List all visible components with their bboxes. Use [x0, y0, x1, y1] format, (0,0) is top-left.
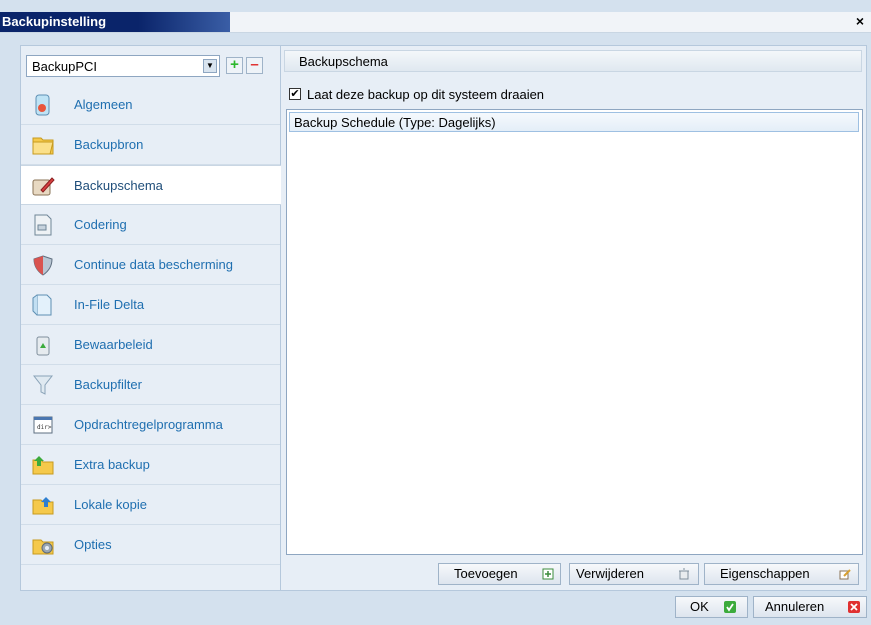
dialog-button-bar: OK Annuleren	[0, 596, 871, 622]
command-line-icon: dir>	[33, 416, 53, 434]
run-on-this-system-label: Laat deze backup op dit systeem draaien	[307, 87, 545, 102]
schedule-button-bar: Toevoegen Verwijderen Eigenschappen	[281, 563, 867, 587]
nav-label: Backupbron	[74, 137, 144, 152]
add-backup-set-button[interactable]: +	[226, 57, 243, 74]
nav-label: In-File Delta	[74, 297, 145, 312]
delta-icon	[32, 294, 52, 316]
list-item[interactable]: Backup Schedule (Type: Dagelijks)	[289, 112, 859, 132]
general-icon	[35, 94, 50, 116]
backup-set-dropdown[interactable]: BackupPCI ▼	[26, 55, 220, 77]
backup-settings-dialog: Backupinstelling × BackupPCI ▼ + – Algem…	[0, 0, 871, 625]
nav-label: Backupfilter	[74, 377, 142, 392]
nav-item-opties[interactable]: Opties	[21, 525, 280, 565]
nav-item-lokale-kopie[interactable]: Lokale kopie	[21, 485, 280, 525]
remove-schedule-button[interactable]: Verwijderen	[569, 563, 699, 585]
backup-set-selected-value: BackupPCI	[32, 59, 98, 74]
schedule-settings-panel: Backupschema ✔ Laat deze backup op dit s…	[281, 45, 867, 591]
close-icon[interactable]: ×	[853, 14, 867, 28]
schedule-properties-button[interactable]: Eigenschappen	[704, 563, 859, 585]
filter-icon	[32, 375, 54, 395]
section-title: Backupschema	[299, 54, 388, 69]
nav-label: Bewaarbeleid	[74, 337, 153, 352]
nav-item-extra-backup[interactable]: Extra backup	[21, 445, 280, 485]
nav-label: Opties	[74, 537, 112, 552]
nav-item-codering[interactable]: Codering	[21, 205, 280, 245]
nav-label: Backupschema	[74, 178, 163, 193]
backup-set-selector-row: BackupPCI ▼ + –	[26, 55, 276, 77]
cancel-icon	[848, 601, 860, 613]
add-icon	[542, 568, 554, 580]
schedule-properties-label: Eigenschappen	[720, 566, 810, 581]
nav-label: Continue data bescherming	[74, 257, 233, 272]
schedule-icon	[32, 177, 55, 196]
run-on-this-system-checkbox[interactable]: ✔	[289, 88, 301, 100]
schedule-list[interactable]: Backup Schedule (Type: Dagelijks)	[286, 109, 863, 555]
cancel-label: Annuleren	[765, 599, 825, 614]
settings-navigation-panel: BackupPCI ▼ + – Algemeen Backupbron Back…	[20, 45, 285, 591]
svg-text:dir>: dir>	[37, 424, 52, 431]
remove-backup-set-button[interactable]: –	[246, 57, 263, 74]
add-schedule-label: Toevoegen	[454, 566, 518, 581]
nav-item-backupschema[interactable]: Backupschema	[21, 165, 285, 205]
nav-item-algemeen[interactable]: Algemeen	[21, 85, 280, 125]
folder-icon	[32, 137, 54, 155]
nav-item-backupbron[interactable]: Backupbron	[21, 125, 280, 165]
nav-label: Lokale kopie	[74, 497, 147, 512]
nav-item-bewaarbeleid[interactable]: Bewaarbeleid	[21, 325, 280, 365]
nav-label: Extra backup	[74, 457, 150, 472]
extra-backup-icon	[32, 456, 54, 475]
encryption-icon	[34, 214, 52, 236]
nav-label: Opdrachtregelprogramma	[74, 417, 223, 432]
edit-icon	[839, 569, 851, 580]
schedule-item-label: Backup Schedule (Type: Dagelijks)	[294, 115, 496, 130]
shield-icon	[33, 255, 53, 276]
title-bar: Backupinstelling ×	[0, 12, 871, 33]
nav-item-opdrachtregelprogramma[interactable]: dir> Opdrachtregelprogramma	[21, 405, 280, 445]
nav-label: Codering	[74, 217, 127, 232]
nav-label: Algemeen	[74, 97, 133, 112]
add-schedule-button[interactable]: Toevoegen	[438, 563, 561, 585]
recycle-bin-icon	[36, 336, 50, 356]
nav-item-continue-data-bescherming[interactable]: Continue data bescherming	[21, 245, 280, 285]
check-icon	[724, 601, 736, 613]
remove-schedule-label: Verwijderen	[576, 566, 644, 581]
trash-icon	[679, 568, 689, 580]
nav-item-backupfilter[interactable]: Backupfilter	[21, 365, 280, 405]
settings-nav-list: Algemeen Backupbron Backupschema Coderin…	[21, 85, 285, 565]
options-icon	[32, 539, 54, 555]
local-copy-icon	[32, 497, 54, 515]
cancel-button[interactable]: Annuleren	[753, 596, 867, 618]
window-title: Backupinstelling	[0, 12, 230, 32]
nav-item-in-file-delta[interactable]: In-File Delta	[21, 285, 280, 325]
section-header: Backupschema	[284, 50, 862, 72]
ok-label: OK	[690, 599, 709, 614]
chevron-down-icon[interactable]: ▼	[203, 59, 217, 73]
ok-button[interactable]: OK	[675, 596, 748, 618]
